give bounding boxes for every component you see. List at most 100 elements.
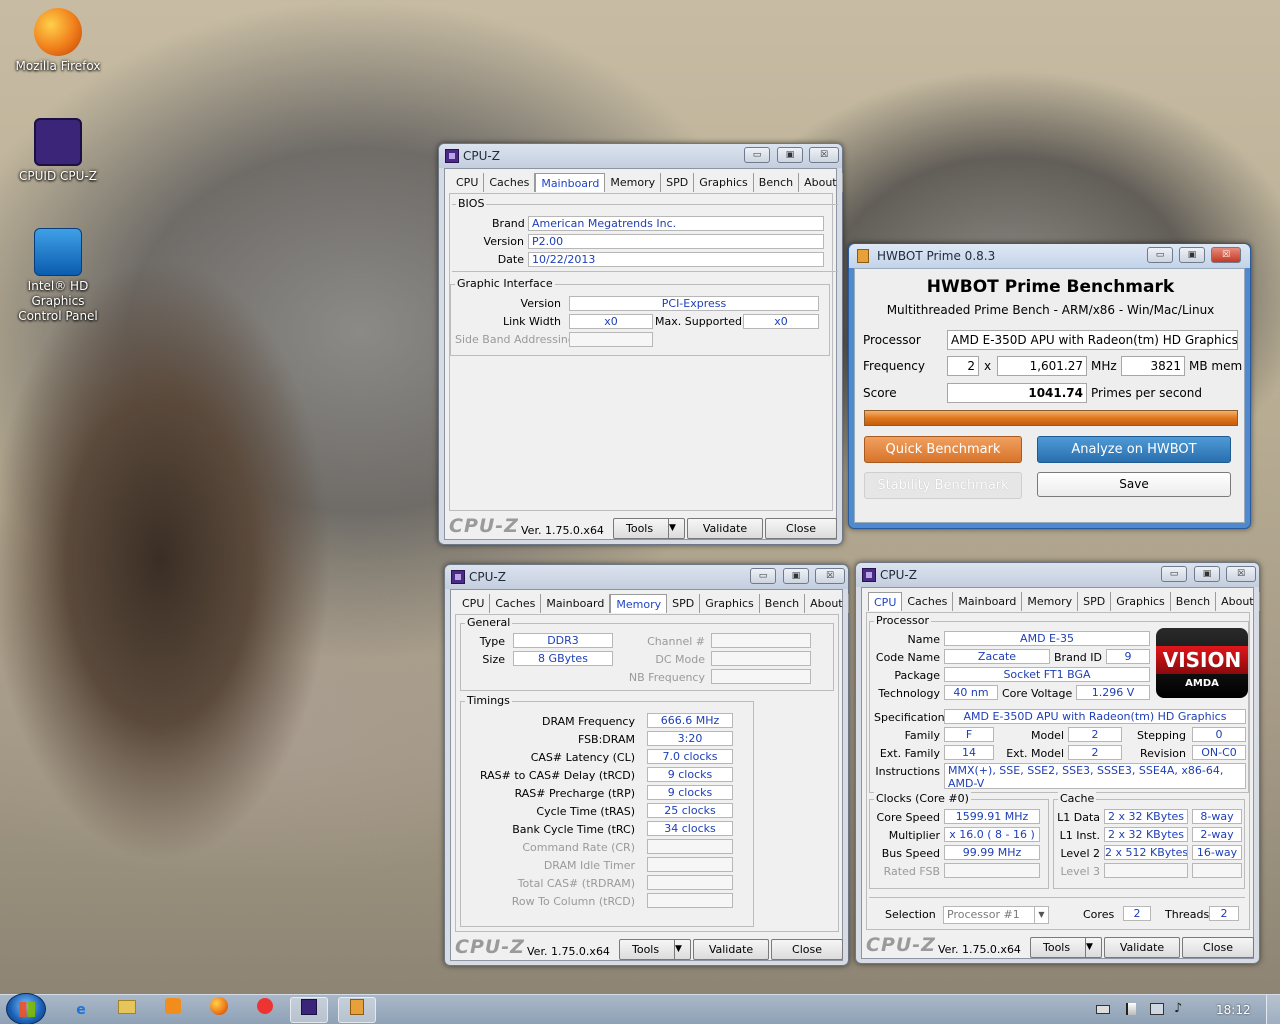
mhz-field: 1,601.27 <box>997 356 1087 376</box>
close-window-button[interactable]: ☒ <box>1211 247 1241 263</box>
quick-benchmark-button[interactable]: Quick Benchmark <box>864 436 1022 463</box>
taskbar-firefox[interactable] <box>200 997 238 1023</box>
title-bar[interactable]: CPU-Z ▭ ▣ ☒ <box>856 563 1259 587</box>
timing-label: RAS# to CAS# Delay (tRCD) <box>479 769 635 782</box>
show-desktop-button[interactable] <box>1266 995 1280 1024</box>
timing-value: 34 clocks <box>647 821 733 836</box>
close-window-button[interactable]: ☒ <box>1226 566 1256 582</box>
validate-button[interactable]: Validate <box>693 939 769 960</box>
multiply-sign: x <box>984 359 992 373</box>
tab-caches[interactable]: Caches <box>490 594 542 613</box>
tab-cpu[interactable]: CPU <box>457 594 491 613</box>
tab-about[interactable]: About <box>1216 592 1260 611</box>
tab-bench[interactable]: Bench <box>754 173 800 192</box>
tab-graphics[interactable]: Graphics <box>700 594 760 613</box>
keyboard-icon[interactable] <box>1096 1005 1110 1014</box>
maximize-button[interactable]: ▣ <box>777 147 803 163</box>
core-count-field: 2 <box>947 356 979 376</box>
tab-about[interactable]: About <box>799 173 843 192</box>
chevron-down-icon[interactable]: ▼ <box>1034 907 1048 923</box>
gi-link-width-label: Link Width <box>503 315 561 328</box>
title-bar[interactable]: CPU-Z ▭ ▣ ☒ <box>439 144 842 168</box>
model-label: Model <box>1030 729 1064 742</box>
tab-spd[interactable]: SPD <box>1078 592 1112 611</box>
network-icon[interactable] <box>1150 1003 1164 1015</box>
family-label: Family <box>904 729 940 742</box>
close-button[interactable]: Close <box>771 939 843 960</box>
tab-mainboard[interactable]: Mainboard <box>541 594 611 613</box>
tools-button[interactable]: Tools ▼ <box>619 939 691 960</box>
chevron-down-icon[interactable]: ▼ <box>1085 938 1101 957</box>
taskbar-java[interactable] <box>338 997 376 1023</box>
close-window-button[interactable]: ☒ <box>809 147 839 163</box>
taskbar-ie[interactable]: e <box>62 997 100 1023</box>
threads-label: Threads <box>1165 908 1210 921</box>
save-button[interactable]: Save <box>1037 472 1231 497</box>
tab-mainboard[interactable]: Mainboard <box>535 173 606 192</box>
clock[interactable]: 18:12 <box>1216 1003 1251 1017</box>
gi-side-band-value <box>569 332 653 347</box>
bios-group-title: BIOS <box>456 197 487 210</box>
processor-select[interactable]: Processor #1 ▼ <box>943 906 1049 924</box>
analyze-on-hwbot-button[interactable]: Analyze on HWBOT <box>1037 436 1231 463</box>
title-bar[interactable]: CPU-Z ▭ ▣ ☒ <box>445 565 848 589</box>
chevron-down-icon[interactable]: ▼ <box>674 940 690 959</box>
close-button[interactable]: Close <box>765 518 837 539</box>
tab-memory[interactable]: Memory <box>605 173 662 192</box>
ext-family-value: 14 <box>944 745 994 760</box>
volume-icon[interactable]: ♪ <box>1174 1001 1182 1016</box>
cpuz-app-icon <box>451 570 465 584</box>
cache-level-label: L1 Data <box>1057 811 1100 824</box>
minimize-button[interactable]: ▭ <box>1161 566 1187 582</box>
tools-button[interactable]: Tools ▼ <box>613 518 685 539</box>
tab-graphics[interactable]: Graphics <box>694 173 754 192</box>
maximize-button[interactable]: ▣ <box>1194 566 1220 582</box>
maximize-button[interactable]: ▣ <box>783 568 809 584</box>
chevron-down-icon[interactable]: ▼ <box>668 519 684 538</box>
tab-caches[interactable]: Caches <box>484 173 536 192</box>
ext-model-value: 2 <box>1068 745 1122 760</box>
taskbar-cpuz[interactable] <box>290 997 328 1023</box>
tab-caches[interactable]: Caches <box>902 592 954 611</box>
gi-version-value: PCI-Express <box>569 296 819 311</box>
action-center-flag-icon[interactable] <box>1126 1003 1136 1015</box>
tab-memory[interactable]: Memory <box>1022 592 1079 611</box>
taskbar-media-player[interactable] <box>154 997 192 1023</box>
desktop-icon-intel-graphics[interactable]: Intel® HD Graphics Control Panel <box>8 228 108 324</box>
specification-label: Specification <box>874 711 945 724</box>
rated-fsb-value <box>944 863 1040 878</box>
taskbar-paint[interactable] <box>246 997 284 1023</box>
minimize-button[interactable]: ▭ <box>1147 247 1173 263</box>
multiplier-label: Multiplier <box>888 829 940 842</box>
tab-memory[interactable]: Memory <box>610 594 668 613</box>
tab-cpu[interactable]: CPU <box>451 173 485 192</box>
tab-spd[interactable]: SPD <box>661 173 695 192</box>
model-value: 2 <box>1068 727 1122 742</box>
desktop-icon-firefox[interactable]: Mozilla Firefox <box>8 8 108 74</box>
tab-about[interactable]: About <box>805 594 849 613</box>
taskbar-explorer[interactable] <box>108 997 146 1023</box>
validate-button[interactable]: Validate <box>687 518 763 539</box>
title-bar[interactable]: HWBOT Prime 0.8.3 ▭ ▣ ☒ <box>849 244 1250 268</box>
tab-mainboard[interactable]: Mainboard <box>953 592 1023 611</box>
start-button[interactable] <box>6 993 46 1024</box>
minimize-button[interactable]: ▭ <box>750 568 776 584</box>
maximize-button[interactable]: ▣ <box>1179 247 1205 263</box>
tab-bench[interactable]: Bench <box>1171 592 1217 611</box>
minimize-button[interactable]: ▭ <box>744 147 770 163</box>
specification-value: AMD E-350D APU with Radeon(tm) HD Graphi… <box>944 709 1246 724</box>
close-button[interactable]: Close <box>1182 937 1254 958</box>
cpuz-logo: CPU-Z <box>449 515 519 537</box>
tab-bench[interactable]: Bench <box>760 594 806 613</box>
tab-graphics[interactable]: Graphics <box>1111 592 1171 611</box>
desktop-icon-cpuz[interactable]: CPUID CPU-Z <box>8 118 108 184</box>
validate-button[interactable]: Validate <box>1104 937 1180 958</box>
cache-level-label: Level 2 <box>1060 847 1100 860</box>
tab-cpu[interactable]: CPU <box>868 592 903 611</box>
bios-date-label: Date <box>497 253 524 266</box>
tools-button[interactable]: Tools ▼ <box>1030 937 1102 958</box>
bios-version-value: P2.00 <box>528 234 824 249</box>
tab-spd[interactable]: SPD <box>667 594 701 613</box>
close-window-button[interactable]: ☒ <box>815 568 845 584</box>
stability-benchmark-button[interactable]: Stability Benchmark <box>864 472 1022 499</box>
